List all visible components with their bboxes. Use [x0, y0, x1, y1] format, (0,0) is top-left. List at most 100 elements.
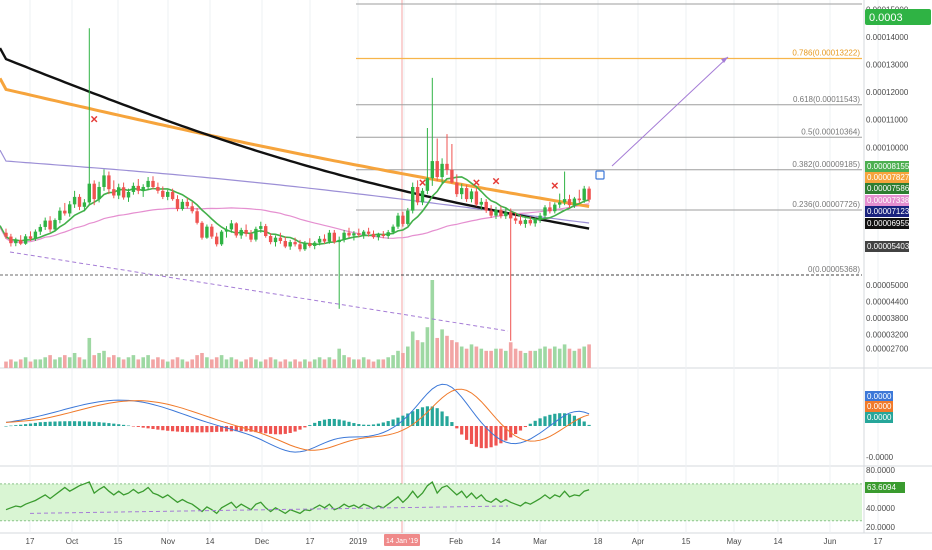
volume-bar	[77, 357, 82, 368]
candle-body	[371, 233, 376, 238]
macd-histogram-bar	[53, 421, 57, 426]
candle-body	[4, 232, 8, 237]
volume-bar	[479, 348, 484, 368]
candle-body	[63, 210, 67, 214]
candle-body	[288, 242, 292, 247]
candle-body	[161, 190, 165, 197]
volume-bar	[435, 337, 439, 368]
candle-body	[224, 229, 229, 232]
candle-body	[180, 201, 185, 210]
candle-body	[43, 220, 47, 227]
candle-body	[435, 161, 439, 178]
candle-body	[386, 232, 390, 237]
candle-body	[283, 240, 287, 247]
macd-histogram-bar	[371, 424, 376, 426]
volume-bar	[4, 361, 8, 368]
volume-bar	[553, 346, 557, 368]
macd-histogram-bar	[107, 423, 111, 426]
candle-body	[87, 183, 91, 203]
macd-histogram-bar	[77, 421, 82, 426]
candle-body	[92, 183, 96, 200]
volume-bar	[445, 335, 449, 368]
time-axis-tick: Oct	[66, 537, 79, 546]
candle-body	[185, 201, 189, 207]
volume-bar	[263, 359, 268, 368]
price-axis-tick: 0.00003200	[866, 331, 909, 340]
volume-bar	[82, 359, 87, 368]
macd-histogram-bar	[450, 422, 454, 426]
macd-histogram-bar	[386, 421, 390, 426]
volume-bar	[474, 346, 479, 368]
volume-bar	[219, 355, 224, 368]
price-badge-label: 0.00007586	[867, 184, 910, 193]
time-axis-tick: Mar	[533, 537, 547, 546]
fib-level-label: 0.618(0.00011543)	[793, 95, 860, 104]
time-axis-tick: 14	[206, 537, 215, 546]
macd-histogram-bar	[489, 426, 493, 448]
volume-bar	[288, 361, 292, 368]
candle-body	[9, 236, 13, 244]
macd-histogram-bar	[352, 423, 356, 426]
macd-histogram-bar	[293, 426, 297, 432]
candle-body	[107, 175, 111, 190]
candle-body	[278, 237, 283, 241]
candle-body	[48, 220, 52, 230]
fib-level-label: 0.5(0.00010364)	[801, 127, 860, 136]
macd-histogram-bar	[273, 426, 278, 435]
macd-histogram-bar	[97, 422, 101, 426]
macd-histogram-bar	[87, 421, 91, 426]
macd-histogram-bar	[362, 424, 366, 426]
volume-bar	[317, 357, 322, 368]
volume-bar	[58, 357, 62, 368]
macd-badge-label: 0.0000	[867, 392, 892, 401]
candle-body	[489, 210, 493, 216]
volume-bar	[381, 359, 386, 368]
macd-histogram-bar	[538, 418, 542, 426]
volume-bar	[161, 359, 165, 368]
candle-body	[244, 229, 248, 234]
volume-bar	[53, 359, 57, 368]
volume-bar	[254, 359, 258, 368]
time-axis-tick: 2019	[349, 537, 367, 546]
candle-body	[332, 232, 336, 243]
time-axis-tick: 17	[306, 537, 315, 546]
candle-body	[577, 198, 581, 201]
macd-histogram-bar	[151, 426, 155, 430]
candle-body	[401, 215, 405, 224]
macd-histogram-bar	[28, 423, 33, 426]
volume-bar	[533, 350, 537, 368]
macd-histogram-bar	[264, 426, 268, 434]
rsi-axis-tick: 20.0000	[866, 523, 895, 532]
macd-histogram-bar	[190, 426, 194, 433]
volume-bar	[459, 346, 464, 368]
volume-bar	[508, 342, 513, 368]
macd-histogram-bar	[9, 425, 13, 427]
volume-bar	[425, 327, 430, 368]
macd-histogram-bar	[376, 423, 380, 426]
volume-bar	[116, 357, 121, 368]
sell-marker-x: ×	[492, 173, 500, 188]
candle-body	[141, 186, 145, 191]
candle-body	[58, 210, 62, 221]
candle-body	[200, 222, 204, 238]
volume-bar	[430, 280, 435, 368]
macd-histogram-bar	[416, 409, 420, 426]
candle-body	[121, 187, 126, 198]
volume-bar	[67, 357, 72, 368]
candle-body	[131, 185, 136, 192]
chart-canvas[interactable]: 0.786(0.00013222) 0.618(0.00011543) 0.5(0.…	[0, 0, 932, 550]
volume-bar	[9, 359, 13, 368]
candle-body	[166, 191, 170, 197]
macd-histogram-bar	[269, 426, 273, 434]
time-axis-tick: 14	[774, 537, 783, 546]
volume-bar	[308, 361, 312, 368]
trading-chart[interactable]: 0.786(0.00013222) 0.618(0.00011543) 0.5(0.…	[0, 0, 932, 550]
candle-body	[582, 188, 586, 201]
volume-bar	[268, 357, 273, 368]
time-axis-tick: 17	[874, 537, 883, 546]
candle-body	[313, 242, 317, 246]
time-axis-tick: 14	[492, 537, 501, 546]
rsi-band	[0, 483, 862, 521]
volume-bar	[518, 350, 523, 368]
volume-bar	[587, 344, 591, 368]
